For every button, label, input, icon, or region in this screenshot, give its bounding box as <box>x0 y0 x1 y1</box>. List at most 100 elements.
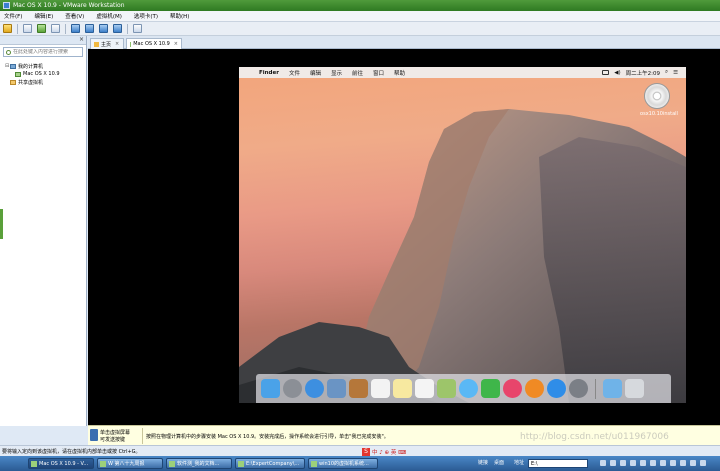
trash-icon[interactable] <box>625 379 644 398</box>
sogou-ime-icon[interactable]: S <box>362 447 370 456</box>
toolbar-separator <box>17 23 18 34</box>
tab-vm[interactable]: Mac OS X 10.9 × <box>126 38 182 49</box>
ime-toolbar[interactable]: S 中 ♪ ⊕ 英 ⌨ <box>362 447 406 456</box>
show-library-icon[interactable] <box>71 24 80 33</box>
thumbnail-bar-icon[interactable] <box>85 24 94 33</box>
tray-app-icon[interactable] <box>650 460 656 466</box>
itunes-icon[interactable] <box>503 379 522 398</box>
tree-node-my-computer[interactable]: ⊟ 我的计算机 <box>5 62 86 70</box>
reminders-icon[interactable] <box>415 379 434 398</box>
taskbar-button-explorer[interactable]: E:\ExpertCompany\... <box>235 458 305 469</box>
taskbar-button-vmware[interactable]: Mac OS X 10.9 - V... <box>28 458 94 469</box>
taskbar-label: Mac OS X 10.9 - V... <box>39 460 89 467</box>
downloads-icon[interactable] <box>603 379 622 398</box>
menu-edit[interactable]: 编辑(E) <box>34 12 53 20</box>
guest-screen[interactable]: Finder 文件 编辑 显示 前往 窗口 帮助 ◀) 周二上午2:09 ⌕ ☰… <box>239 67 686 403</box>
hint-message: 按照在物理计算机中的步骤安装 Mac OS X 10.9。安装完成后，操作系统会… <box>146 434 389 440</box>
tray-app-icon[interactable] <box>670 460 676 466</box>
tab-label: 主页 <box>101 41 112 48</box>
mac-menu-go[interactable]: 前往 <box>352 69 363 77</box>
yosemite-wallpaper <box>239 109 686 403</box>
library-tree: ⊟ 我的计算机 Mac OS X 10.9 共享虚拟机 <box>0 59 86 86</box>
tab-label: Mac OS X 10.9 <box>133 41 170 47</box>
tree-node-vm[interactable]: Mac OS X 10.9 <box>5 70 86 78</box>
spotlight-icon[interactable]: ⌕ <box>665 69 668 76</box>
library-panel: × ⊟ 我的计算机 Mac OS X 10.9 共享虚拟机 <box>0 36 87 426</box>
menu-tabs[interactable]: 选项卡(T) <box>134 12 158 20</box>
unity-icon[interactable] <box>113 24 122 33</box>
tab-home[interactable]: 主页 × <box>90 38 124 49</box>
taskbar-address-label: 地址 <box>514 460 525 466</box>
taskbar-label: win10的虚拟机系统... <box>319 461 369 467</box>
tray-app-icon[interactable] <box>690 460 696 466</box>
close-icon[interactable]: × <box>115 41 119 47</box>
mac-menu-edit[interactable]: 编辑 <box>310 69 321 77</box>
ime-status[interactable]: 中 ♪ ⊕ 英 ⌨ <box>372 448 406 456</box>
tree-node-shared-vms[interactable]: 共享虚拟机 <box>5 78 86 86</box>
browser-icon <box>311 460 317 467</box>
finder-icon[interactable] <box>261 379 280 398</box>
system-preferences-icon[interactable] <box>569 379 588 398</box>
menu-bar: 文件(F) 编辑(E) 查看(V) 虚拟机(M) 选项卡(T) 帮助(H) <box>0 11 720 22</box>
safari-icon[interactable] <box>305 379 324 398</box>
tray-network-icon[interactable] <box>600 460 606 466</box>
taskbar-address-input[interactable]: E:\ <box>528 459 588 468</box>
status-text: 要将输入定向到该虚拟机，请在虚拟机内部单击或按 Ctrl+G。 <box>2 449 141 455</box>
revert-snapshot-icon[interactable] <box>37 24 46 33</box>
taskbar-button-docs[interactable]: 软件测_我的文档... <box>166 458 232 469</box>
snapshot-icon[interactable] <box>23 24 32 33</box>
tray-app-icon[interactable] <box>620 460 626 466</box>
side-drag-handle[interactable] <box>0 209 3 239</box>
mac-menu-view[interactable]: 显示 <box>331 69 342 77</box>
taskbar-desktop[interactable]: 桌面 <box>494 459 504 466</box>
tray-app-icon[interactable] <box>660 460 666 466</box>
library-search-input[interactable] <box>13 49 81 55</box>
vmware-icon <box>31 460 37 467</box>
tray-app-icon[interactable] <box>630 460 636 466</box>
snapshot-manager-icon[interactable] <box>51 24 60 33</box>
taskbar-button-browser[interactable]: win10的虚拟机系统... <box>308 458 378 469</box>
notification-center-icon[interactable]: ☰ <box>673 70 678 76</box>
tray-app-icon[interactable] <box>640 460 646 466</box>
status-bar: 要将输入定向到该虚拟机，请在虚拟机内部单击或按 Ctrl+G。 S 中 ♪ ⊕ … <box>0 445 720 456</box>
mac-menu-file[interactable]: 文件 <box>289 69 300 77</box>
menu-help[interactable]: 帮助(H) <box>170 12 189 20</box>
app-store-icon[interactable] <box>547 379 566 398</box>
tree-node-label: 我的计算机 <box>18 63 44 70</box>
photos-icon[interactable] <box>437 379 456 398</box>
menu-vm[interactable]: 虚拟机(M) <box>96 12 122 20</box>
menu-view[interactable]: 查看(V) <box>65 12 84 20</box>
menu-file[interactable]: 文件(F) <box>4 12 22 20</box>
mac-menu-window[interactable]: 窗口 <box>373 69 384 77</box>
tray-app-icon[interactable] <box>700 460 706 466</box>
display-icon[interactable] <box>602 70 610 75</box>
tray-volume-icon[interactable] <box>610 460 616 466</box>
power-icon[interactable] <box>3 24 12 33</box>
volume-icon[interactable]: ◀) <box>614 70 620 76</box>
tree-node-label: 共享虚拟机 <box>18 79 44 86</box>
taskbar-links[interactable]: 链接 <box>478 459 488 466</box>
mac-menu-finder[interactable]: Finder <box>259 70 279 76</box>
facetime-icon[interactable] <box>481 379 500 398</box>
close-icon[interactable]: × <box>79 36 84 43</box>
mac-menu-help[interactable]: 帮助 <box>394 69 405 77</box>
mac-status-area: ◀) 周二上午2:09 ⌕ ☰ <box>602 67 678 78</box>
tray-app-icon[interactable] <box>680 460 686 466</box>
taskbar-button-word[interactable]: W 第八十九周报 <box>97 458 163 469</box>
close-icon[interactable]: × <box>174 41 178 47</box>
hint-separator <box>142 428 143 444</box>
contacts-icon[interactable] <box>349 379 368 398</box>
hint-line-2: 可发送按键 <box>100 437 126 443</box>
mac-clock[interactable]: 周二上午2:09 <box>626 69 660 77</box>
toolbar <box>0 22 720 36</box>
mail-icon[interactable] <box>327 379 346 398</box>
console-view-icon[interactable] <box>133 24 142 33</box>
messages-icon[interactable] <box>459 379 478 398</box>
ibooks-icon[interactable] <box>525 379 544 398</box>
calendar-icon[interactable] <box>371 379 390 398</box>
launchpad-icon[interactable] <box>283 379 302 398</box>
full-screen-icon[interactable] <box>99 24 108 33</box>
tab-bar: 主页 × Mac OS X 10.9 × <box>88 36 720 49</box>
notes-icon[interactable] <box>393 379 412 398</box>
install-disk-icon[interactable] <box>644 83 670 109</box>
